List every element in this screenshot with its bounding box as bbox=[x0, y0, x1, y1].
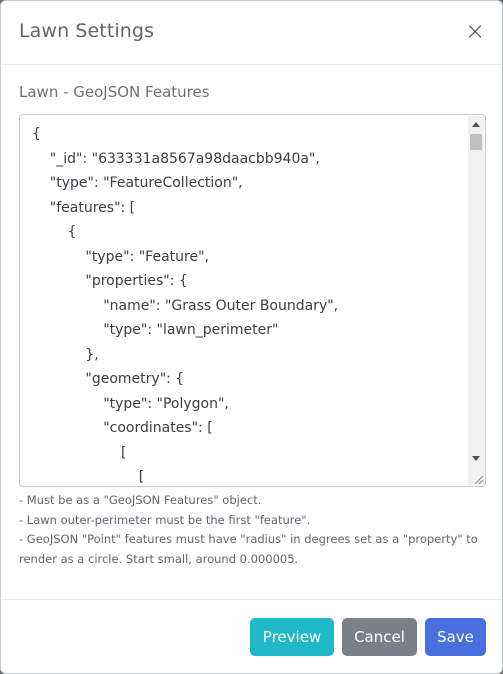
help-line: - GeoJSON "Point" features must have "ra… bbox=[19, 532, 478, 566]
scroll-thumb[interactable] bbox=[470, 134, 482, 150]
close-icon[interactable]: × bbox=[464, 18, 486, 44]
code-line: "geometry": { bbox=[32, 371, 185, 387]
code-line: "name": "Grass Outer Boundary", bbox=[32, 297, 339, 314]
preview-button[interactable]: Preview bbox=[250, 618, 334, 656]
code-line: "coordinates": [ bbox=[32, 420, 213, 436]
textarea-scrollbar[interactable] bbox=[468, 116, 484, 485]
help-line: - Must be as a "GeoJSON Features" object… bbox=[19, 493, 262, 507]
code-line: { bbox=[32, 224, 77, 240]
code-line: "type": "FeatureCollection", bbox=[32, 175, 243, 191]
code-line: [ bbox=[32, 469, 145, 485]
code-line: { bbox=[32, 126, 41, 142]
code-line: "_id": "633331a8567a98daacbb940a", bbox=[32, 150, 320, 167]
scroll-down-icon[interactable] bbox=[472, 456, 480, 461]
geojson-text[interactable]: { "_id": "633331a8567a98daacbb940a", "ty… bbox=[32, 122, 463, 486]
code-line: "features": [ bbox=[32, 199, 136, 216]
code-line: }, bbox=[32, 346, 99, 363]
code-line: "type": "lawn_perimeter" bbox=[32, 322, 279, 338]
help-line: - Lawn outer-perimeter must be the first… bbox=[19, 512, 311, 527]
lawn-settings-modal: Lawn Settings × Lawn - GeoJSON Features … bbox=[0, 0, 503, 674]
resize-handle-icon[interactable] bbox=[473, 474, 483, 484]
code-line: "type": "Polygon", bbox=[32, 395, 229, 412]
geojson-field-label: Lawn - GeoJSON Features bbox=[19, 83, 210, 101]
cancel-button[interactable]: Cancel bbox=[342, 618, 417, 656]
scroll-up-icon[interactable] bbox=[472, 122, 480, 127]
modal-title: Lawn Settings bbox=[19, 20, 155, 42]
save-button[interactable]: Save bbox=[425, 618, 486, 656]
code-line: [ bbox=[32, 444, 127, 461]
geojson-textarea[interactable]: { "_id": "633331a8567a98daacbb940a", "ty… bbox=[19, 114, 486, 487]
help-text: - Must be as a "GeoJSON Features" object… bbox=[19, 491, 489, 569]
code-line: "type": "Feature", bbox=[32, 248, 209, 265]
code-line: "properties": { bbox=[32, 273, 188, 289]
modal-footer: Preview Cancel Save bbox=[1, 599, 502, 673]
modal-header: Lawn Settings × bbox=[1, 1, 502, 65]
